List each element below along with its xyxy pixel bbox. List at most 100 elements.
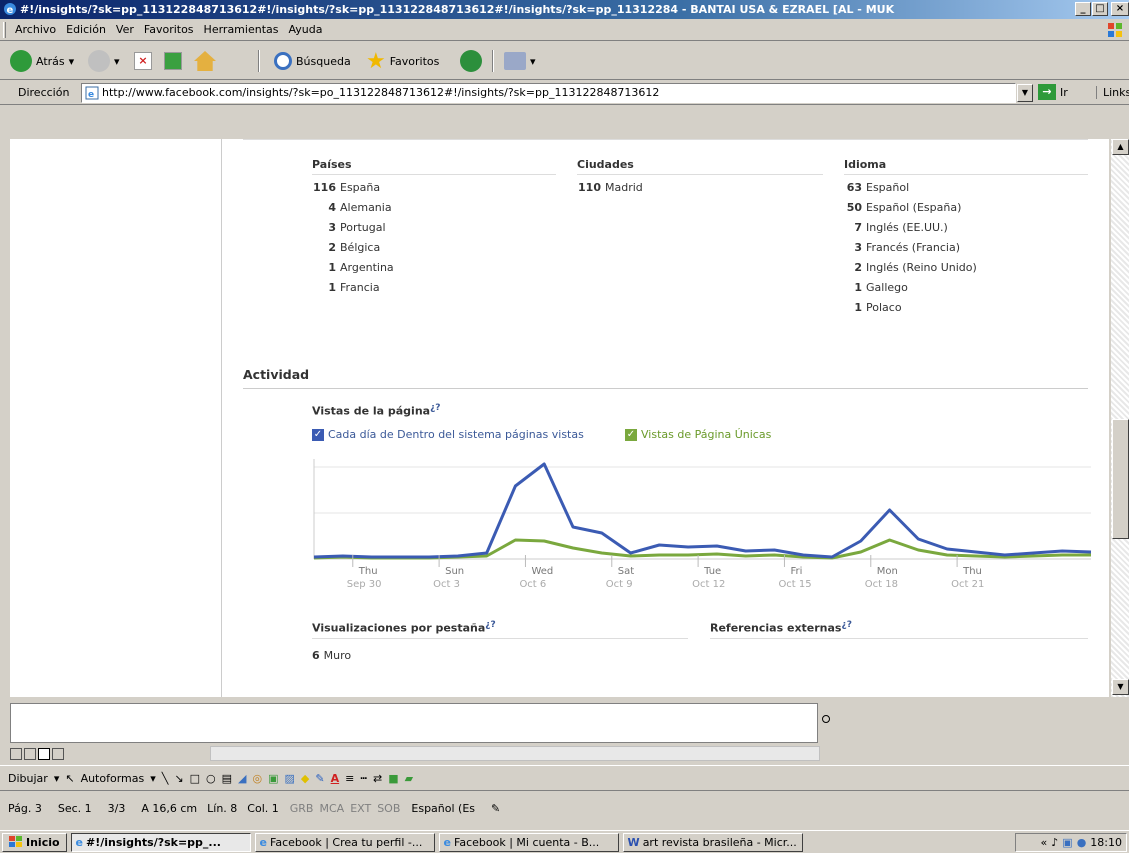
wordart-icon[interactable]: ◢ [238, 772, 246, 785]
web-page: Países Ciudades Idioma 116 España 4 Alemani… [10, 139, 1109, 697]
view-buttons[interactable] [10, 745, 100, 762]
outline-view-icon[interactable] [52, 747, 64, 760]
unique-pageviews-line [313, 538, 1091, 560]
task-facebook-cuenta[interactable]: e Facebook | Mi cuenta - B... [438, 832, 619, 852]
word-vertical-scroll[interactable] [818, 703, 836, 743]
browse-object-icon[interactable] [822, 715, 830, 723]
links-button[interactable]: Links [1096, 86, 1129, 99]
help-link[interactable]: ¿? [841, 620, 851, 630]
city-row-count: 110 [578, 181, 601, 194]
home-button[interactable] [194, 48, 216, 74]
font-color-icon[interactable]: A [331, 772, 340, 785]
checkbox-icon[interactable]: ✓ [625, 428, 637, 441]
scroll-up-button[interactable]: ▲ [1112, 139, 1129, 155]
menu-edicion[interactable]: Edición [61, 19, 111, 41]
arrow-style-icon[interactable]: ⇄ [373, 772, 382, 785]
task-word[interactable]: Wart revista brasileña - Micr... [622, 832, 803, 852]
pageviews-title-text: Vistas de la página [312, 404, 431, 418]
legend-item-pageviews[interactable]: ✓ Cada día de Dentro del sistema páginas… [312, 428, 584, 441]
textbox-tool-icon[interactable]: ▤ [222, 772, 232, 785]
checkbox-icon[interactable]: ✓ [312, 428, 324, 441]
close-button[interactable]: × [1111, 2, 1129, 16]
normal-view-icon[interactable] [10, 747, 22, 760]
search-label: Búsqueda [296, 54, 351, 68]
page-scrollbar[interactable]: ▲ ▼ [1110, 139, 1129, 697]
home-icon [194, 51, 216, 71]
status-sob[interactable]: SOB [374, 802, 403, 815]
scroll-thumb[interactable] [1112, 419, 1129, 539]
x-tick-date: Oct 21 [951, 579, 984, 590]
select-pointer-icon[interactable]: ↖ [65, 772, 74, 785]
dash-style-icon[interactable]: ┅ [360, 772, 367, 785]
status-language[interactable]: Español (Es [403, 802, 483, 815]
left-column [10, 139, 222, 697]
help-link[interactable]: ¿? [485, 620, 495, 630]
minimize-button[interactable]: _ [1075, 2, 1091, 16]
search-button[interactable]: Búsqueda [274, 48, 351, 74]
status-section: Sec. 1 [57, 801, 92, 815]
3d-icon[interactable]: ▰ [405, 772, 413, 785]
shadow-icon[interactable]: ■ [388, 772, 398, 785]
go-label: Ir [1060, 85, 1068, 99]
spellcheck-icon[interactable]: ✎ [483, 802, 508, 815]
cities-header: Ciudades [577, 158, 634, 171]
network-icon[interactable]: ▣ [1062, 836, 1072, 849]
stop-button[interactable]: × [134, 48, 152, 74]
window-title-bar[interactable]: e #!/insights/?sk=pp_113122848713612#!/i… [0, 0, 1129, 19]
web-view-icon[interactable] [24, 747, 36, 760]
line-color-icon[interactable]: ✎ [315, 772, 324, 785]
maximize-button[interactable]: □ [1092, 2, 1108, 16]
draw-menu[interactable]: Dibujar [8, 772, 48, 785]
status-mca[interactable]: MCA [316, 802, 347, 815]
diagram-icon[interactable]: ◎ [253, 772, 263, 785]
task-facebook-perfil[interactable]: e Facebook | Crea tu perfil -... [254, 832, 435, 852]
menu-ver[interactable]: Ver [111, 19, 139, 41]
arrow-tool-icon[interactable]: ↘ [174, 772, 183, 785]
task-insights[interactable]: e #!/insights/?sk=pp_... [70, 832, 251, 852]
status-grb[interactable]: GRB [287, 802, 317, 815]
favorites-button[interactable]: ★ Favoritos [366, 48, 439, 74]
rectangle-tool-icon[interactable]: □ [190, 772, 200, 785]
divider [710, 638, 1088, 639]
oval-tool-icon[interactable]: ○ [206, 772, 216, 785]
word-status-bar: Pág. 3 Sec. 1 3/3 A 16,6 cm Lín. 8 Col. … [0, 797, 1129, 819]
legend-item-unique[interactable]: ✓ Vistas de Página Únicas [625, 428, 771, 441]
x-tick-day: Thu [962, 566, 982, 577]
print-view-icon[interactable] [38, 747, 50, 760]
line-style-icon[interactable]: ≡ [345, 772, 354, 785]
address-dropdown-button[interactable]: ▼ [1017, 84, 1033, 102]
volume-icon[interactable]: ♪ [1051, 836, 1058, 849]
country-row-label: Francia [340, 281, 380, 294]
country-row: 116 España [312, 181, 380, 194]
x-tick-date: Sep 30 [347, 579, 382, 590]
back-button[interactable]: Atrás ▾ [10, 48, 74, 74]
pageviews-title: Vistas de la página¿? [312, 403, 441, 418]
line-tool-icon[interactable]: ╲ [162, 772, 169, 785]
word-horizontal-scroll[interactable] [10, 745, 836, 762]
address-input[interactable]: e http://www.facebook.com/insights/?sk=p… [81, 83, 1016, 103]
status-ext[interactable]: EXT [347, 802, 374, 815]
autoshapes-menu[interactable]: Autoformas [81, 772, 145, 785]
tray-expand-icon[interactable]: « [1041, 836, 1048, 849]
fill-color-icon[interactable]: ◆ [301, 772, 309, 785]
x-tick-date: Oct 18 [865, 579, 898, 590]
forward-button[interactable]: ▾ [88, 48, 120, 74]
scroll-down-button[interactable]: ▼ [1112, 679, 1129, 695]
menu-herramientas[interactable]: Herramientas [199, 19, 284, 41]
start-button[interactable]: Inicio [2, 832, 67, 852]
refresh-button[interactable] [164, 48, 182, 74]
word-document-area[interactable] [10, 703, 818, 743]
go-button[interactable]: → Ir [1038, 84, 1068, 100]
help-link[interactable]: ¿? [430, 403, 440, 413]
print-button[interactable]: ▾ [504, 48, 536, 74]
clipart-icon[interactable]: ▣ [268, 772, 278, 785]
hscroll-track[interactable] [210, 746, 820, 761]
country-row-count: 1 [328, 261, 336, 274]
menu-favoritos[interactable]: Favoritos [139, 19, 199, 41]
image-icon[interactable]: ▨ [285, 772, 295, 785]
history-button[interactable] [460, 48, 482, 74]
help-icon[interactable]: ● [1077, 836, 1087, 849]
x-tick-date: Oct 9 [606, 579, 633, 590]
menu-archivo[interactable]: Archivo [10, 19, 61, 41]
menu-ayuda[interactable]: Ayuda [283, 19, 327, 41]
